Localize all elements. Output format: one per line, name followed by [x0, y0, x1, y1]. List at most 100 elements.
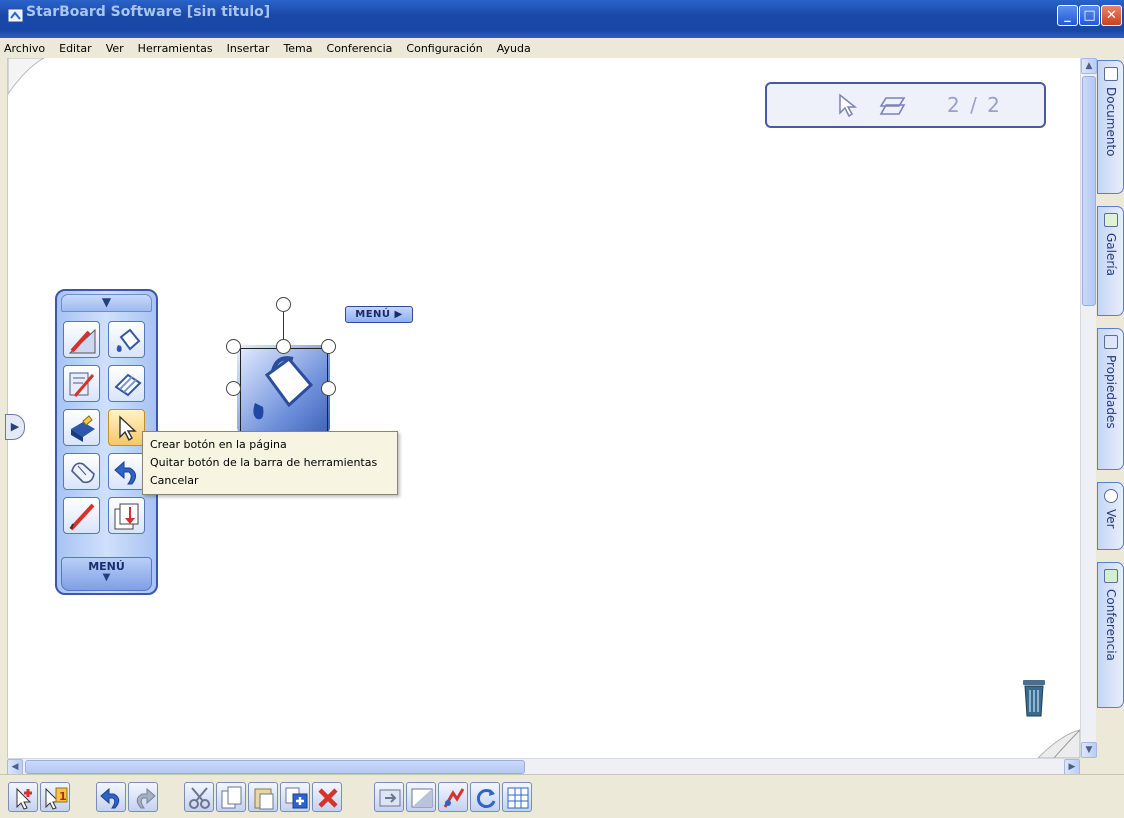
ctx-remove-button-from-toolbar[interactable]: Quitar botón de la barra de herramientas: [143, 454, 397, 472]
rotation-line: [283, 310, 284, 340]
delete-icon: [318, 788, 338, 808]
vertical-scroll-thumb[interactable]: [1082, 76, 1096, 306]
tools-box-icon: [71, 415, 95, 442]
menu-configuracion[interactable]: Configuración: [399, 42, 489, 55]
vertical-scrollbar[interactable]: ▲ ▼: [1080, 58, 1097, 758]
resize-handle-right[interactable]: [321, 381, 336, 396]
scroll-left-button[interactable]: ◀: [7, 759, 23, 775]
new-page-button[interactable]: [8, 782, 38, 812]
resize-handle-left[interactable]: [226, 381, 241, 396]
conference-icon: [1104, 569, 1118, 583]
close-button[interactable]: ✕: [1101, 5, 1122, 26]
ctx-create-button-on-page[interactable]: Crear botón en la página: [143, 436, 397, 454]
scroll-right-button[interactable]: ▶: [1064, 759, 1080, 775]
tab-label: Documento: [1103, 87, 1118, 157]
whiteboard-canvas[interactable]: [7, 58, 1080, 758]
hide-button[interactable]: [406, 782, 436, 812]
tab-galeria[interactable]: Galería: [1097, 206, 1124, 316]
cut-icon: [189, 787, 210, 809]
tab-conferencia[interactable]: Conferencia: [1097, 562, 1124, 708]
screen-capture-icon: [379, 789, 401, 807]
document-icon: [1104, 67, 1118, 81]
pen-button[interactable]: [63, 497, 100, 534]
menu-herramientas[interactable]: Herramientas: [131, 42, 220, 55]
menu-archivo[interactable]: Archivo: [0, 42, 52, 55]
new-page-icon: [16, 787, 32, 810]
copy-icon: [221, 786, 242, 809]
menu-badge-label: MENÚ: [355, 309, 391, 320]
pen-ruler-button[interactable]: [63, 321, 100, 358]
pen-icon: [69, 503, 95, 531]
paste-button[interactable]: [248, 782, 278, 812]
layers-icon[interactable]: [879, 95, 907, 117]
menu-tema[interactable]: Tema: [276, 42, 319, 55]
minimize-button[interactable]: _: [1057, 5, 1078, 26]
mouse-button[interactable]: [63, 453, 100, 490]
ctx-cancel[interactable]: Cancelar: [143, 472, 397, 490]
horizontal-scroll-thumb[interactable]: [25, 760, 525, 774]
properties-icon: [1104, 335, 1118, 349]
scroll-up-button[interactable]: ▲: [1081, 58, 1097, 74]
horizontal-scrollbar[interactable]: ◀ ▶: [7, 758, 1080, 775]
page-1-button[interactable]: 1: [40, 782, 70, 812]
resize-handle-top-right[interactable]: [321, 339, 336, 354]
duplicate-icon: [285, 787, 308, 809]
selected-object[interactable]: [226, 297, 336, 437]
trash-icon[interactable]: [1019, 678, 1049, 718]
page-1-icon: 1: [45, 787, 68, 810]
starboard-window: StarBoard Software [sin titulo] _ □ ✕ Ar…: [0, 0, 1124, 818]
grid-button[interactable]: [502, 782, 532, 812]
undo-icon: [100, 787, 120, 809]
undo-button[interactable]: [108, 453, 145, 490]
delete-button[interactable]: [312, 782, 342, 812]
resize-handle-top[interactable]: [276, 339, 291, 354]
app-icon: [8, 8, 24, 24]
chevron-down-icon: ▼: [102, 572, 111, 583]
page-indicator: 2 / 2: [765, 82, 1046, 128]
page-curl-bottom-right-icon[interactable]: [1034, 726, 1080, 758]
page-curl-top-left-icon[interactable]: [8, 58, 48, 98]
tab-propiedades[interactable]: Propiedades: [1097, 328, 1124, 470]
toolbar-menu-button[interactable]: MENÚ ▼: [61, 557, 152, 591]
pen-tools-button[interactable]: [63, 365, 100, 402]
menu-conferencia[interactable]: Conferencia: [320, 42, 400, 55]
screen-capture-button[interactable]: [374, 782, 404, 812]
view-icon: [1104, 489, 1118, 503]
share-button[interactable]: [438, 782, 468, 812]
redo-button[interactable]: [128, 782, 158, 812]
cursor-icon[interactable]: [837, 93, 859, 119]
refresh-icon: [476, 789, 496, 808]
selection-frame: [240, 348, 328, 432]
resize-handle-top-left[interactable]: [226, 339, 241, 354]
toolbar-collapse-button[interactable]: ▼: [61, 294, 152, 312]
paint-bucket-button[interactable]: [108, 321, 145, 358]
menu-editar[interactable]: Editar: [52, 42, 99, 55]
tab-ver[interactable]: Ver: [1097, 482, 1124, 550]
tab-label: Conferencia: [1103, 589, 1118, 661]
rotation-handle[interactable]: [276, 297, 291, 312]
menu-insertar[interactable]: Insertar: [220, 42, 277, 55]
tab-label: Galería: [1103, 233, 1118, 276]
scroll-down-button[interactable]: ▼: [1081, 742, 1097, 758]
eraser-icon: [114, 373, 142, 397]
copy-button[interactable]: [216, 782, 246, 812]
share-icon: [443, 788, 465, 808]
tab-label: Ver: [1103, 509, 1118, 529]
insert-page-button[interactable]: [108, 497, 145, 534]
undo-button[interactable]: [96, 782, 126, 812]
tab-label: Propiedades: [1103, 355, 1118, 429]
menu-ayuda[interactable]: Ayuda: [490, 42, 538, 55]
title-bar[interactable]: StarBoard Software [sin titulo] _ □ ✕: [0, 0, 1124, 38]
refresh-button[interactable]: [470, 782, 500, 812]
eraser-button[interactable]: [108, 365, 145, 402]
duplicate-button[interactable]: [280, 782, 310, 812]
insert-page-icon: [114, 503, 139, 530]
tools-box-button[interactable]: [63, 409, 100, 446]
pointer-button[interactable]: [108, 409, 145, 446]
maximize-button[interactable]: □: [1079, 5, 1100, 26]
tab-documento[interactable]: Documento: [1097, 60, 1124, 194]
cut-button[interactable]: [184, 782, 214, 812]
menu-badge-button[interactable]: MENÚ ▶: [345, 306, 413, 323]
redo-icon: [136, 787, 156, 809]
menu-ver[interactable]: Ver: [99, 42, 131, 55]
